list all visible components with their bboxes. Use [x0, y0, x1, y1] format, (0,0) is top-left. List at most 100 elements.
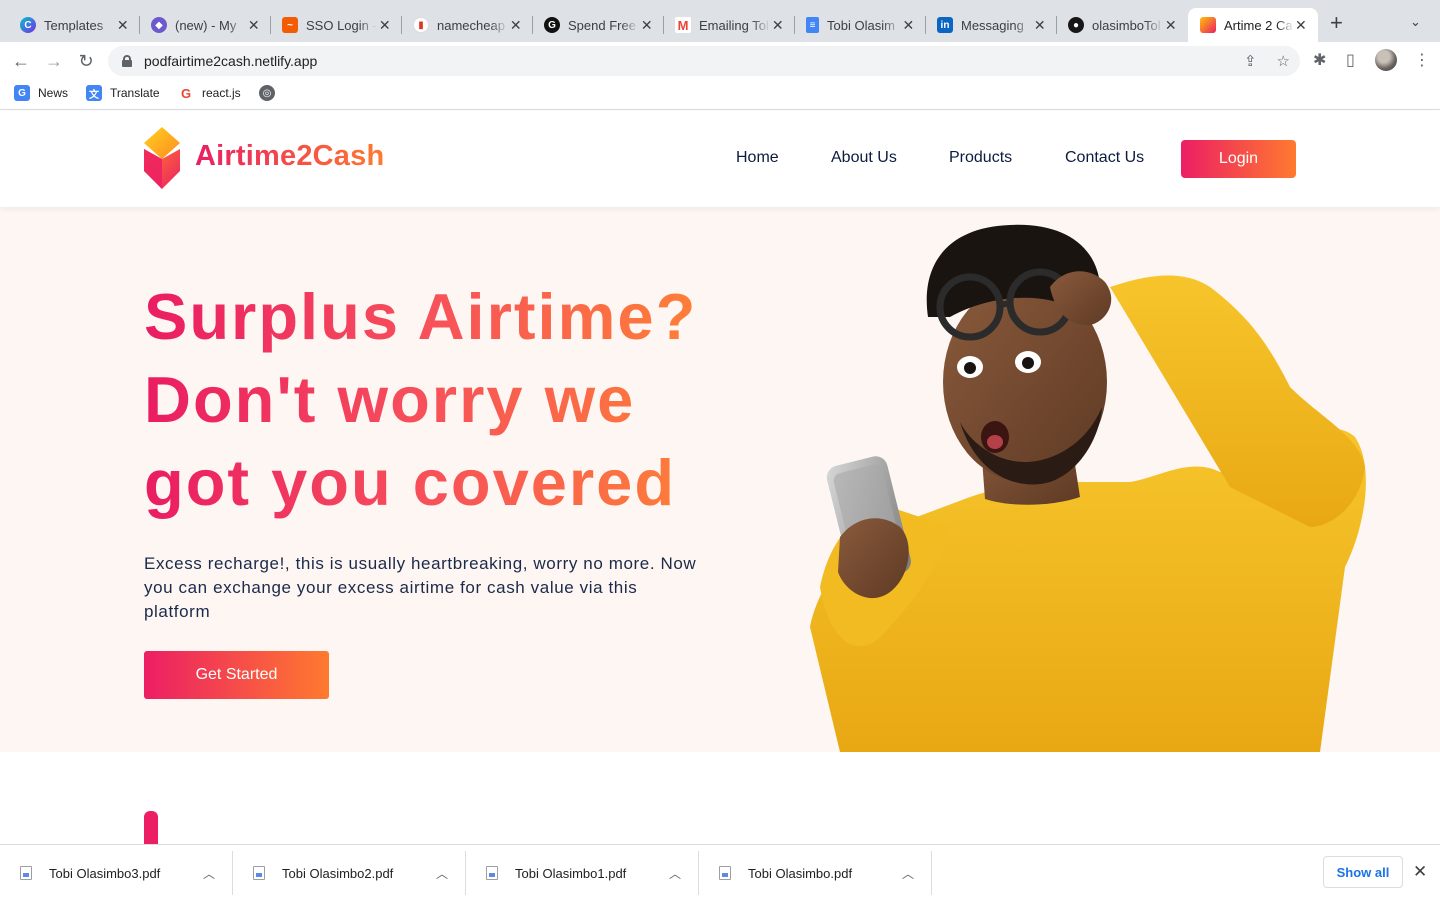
browser-tab[interactable]: ~ SSO Login - ✕	[262, 8, 402, 42]
close-tab-icon[interactable]: ✕	[901, 17, 916, 34]
download-filename: Tobi Olasimbo1.pdf	[515, 865, 627, 881]
tab-title: namecheap	[437, 17, 505, 33]
notion-icon: ◆	[151, 17, 167, 33]
forward-icon[interactable]: →	[43, 50, 65, 72]
airtime2cash-icon	[1200, 17, 1216, 33]
headline-line: Surplus Airtime?	[144, 280, 698, 353]
pdf-file-icon	[20, 866, 32, 880]
address-bar[interactable]: podfairtime2cash.netlify.app ⇪ ☆	[108, 46, 1300, 76]
tab-title: Spend Free	[568, 17, 636, 33]
bookmark-star-icon[interactable]: ☆	[1277, 52, 1290, 70]
nav-about-us[interactable]: About Us	[831, 149, 897, 167]
brand-name[interactable]: Airtime2Cash	[195, 140, 384, 173]
hero-headline: Surplus Airtime? Don't worry we got you …	[144, 275, 764, 524]
gmail-icon: M	[675, 17, 691, 33]
browser-tab[interactable]: ● olasimboTol ✕	[1048, 8, 1188, 42]
close-tab-icon[interactable]: ✕	[1032, 17, 1047, 34]
nav-products[interactable]: Products	[949, 149, 1012, 167]
browser-tab-active[interactable]: Artime 2 Ca ✕	[1188, 8, 1318, 42]
new-tab-icon[interactable]: +	[1330, 12, 1343, 34]
bookmarks-bar: G News 文 Translate G react.js ◎	[0, 78, 1440, 110]
back-icon[interactable]: ←	[10, 50, 32, 72]
url-text[interactable]: podfairtime2cash.netlify.app	[144, 53, 317, 69]
tab-title: Emailing Tol	[699, 17, 769, 33]
browser-tab[interactable]: ▮ namecheap ✕	[393, 8, 533, 42]
browser-tab[interactable]: ◆ (new) - My ✕	[131, 8, 271, 42]
browser-toolbar: ← → ↻ podfairtime2cash.netlify.app ⇪ ☆ ✱…	[0, 42, 1440, 78]
headline-line: got you covered	[144, 446, 677, 519]
browser-tab[interactable]: C Templates ✕	[0, 8, 140, 42]
globe-icon: ◎	[259, 85, 275, 101]
linkedin-icon: in	[937, 17, 953, 33]
sso-icon: ~	[282, 17, 298, 33]
browser-tab-strip: C Templates ✕ ◆ (new) - My ✕ ~ SSO Login…	[0, 0, 1440, 44]
browser-tab[interactable]: M Emailing Tol ✕	[655, 8, 795, 42]
extensions-icon[interactable]: ✱	[1313, 50, 1326, 70]
download-shelf: Tobi Olasimbo3.pdf ︿ Tobi Olasimbo2.pdf …	[0, 844, 1440, 900]
download-item[interactable]: Tobi Olasimbo.pdf ︿	[699, 845, 932, 901]
close-tab-icon[interactable]: ✕	[1163, 17, 1178, 34]
canva-icon: C	[20, 17, 36, 33]
profile-avatar[interactable]	[1375, 49, 1397, 71]
tab-title: Tobi Olasim	[827, 17, 895, 33]
pdf-file-icon	[253, 866, 265, 880]
close-tab-icon[interactable]: ✕	[770, 17, 785, 34]
nav-contact-us[interactable]: Contact Us	[1065, 149, 1144, 167]
close-shelf-icon[interactable]: ✕	[1413, 862, 1427, 882]
lock-icon[interactable]	[122, 55, 132, 67]
tab-search-icon[interactable]: ⌄	[1410, 14, 1421, 30]
bookmark-reactjs[interactable]: G react.js	[178, 85, 241, 101]
tab-title: Templates	[44, 17, 104, 33]
close-tab-icon[interactable]: ✕	[115, 17, 130, 34]
hero-section: Surplus Airtime? Don't worry we got you …	[0, 207, 1440, 752]
bookmark-news[interactable]: G News	[14, 85, 68, 101]
share-icon[interactable]: ⇪	[1244, 52, 1257, 70]
close-tab-icon[interactable]: ✕	[246, 17, 261, 34]
get-started-button[interactable]: Get Started	[144, 651, 329, 699]
tab-title: SSO Login -	[306, 17, 377, 33]
chevron-up-icon[interactable]: ︿	[203, 865, 215, 882]
menu-kebab-icon[interactable]: ⋮	[1414, 50, 1430, 70]
download-item[interactable]: Tobi Olasimbo3.pdf ︿	[0, 845, 233, 901]
chevron-up-icon[interactable]: ︿	[436, 865, 448, 882]
hero-image-man-with-phone	[810, 224, 1366, 752]
close-tab-icon[interactable]: ✕	[377, 17, 392, 34]
namecheap-icon: ▮	[413, 17, 429, 33]
bookmark-globe[interactable]: ◎	[259, 85, 283, 101]
next-section	[0, 752, 1440, 851]
download-divider	[931, 851, 932, 895]
close-tab-icon[interactable]: ✕	[508, 17, 523, 34]
pdf-file-icon	[486, 866, 498, 880]
tab-title: Artime 2 Ca	[1224, 17, 1293, 33]
google-icon: G	[178, 85, 194, 101]
login-button[interactable]: Login	[1181, 140, 1296, 178]
show-all-downloads-button[interactable]: Show all	[1323, 856, 1403, 888]
google-news-icon: G	[14, 85, 30, 101]
chevron-up-icon[interactable]: ︿	[902, 865, 914, 882]
tab-title: olasimboTol	[1092, 17, 1161, 33]
bookmark-label: News	[38, 86, 69, 100]
browser-tab[interactable]: in Messaging ✕	[917, 8, 1057, 42]
nav-home[interactable]: Home	[736, 149, 779, 167]
pdf-file-icon	[719, 866, 731, 880]
close-tab-icon[interactable]: ✕	[1294, 17, 1308, 34]
download-filename: Tobi Olasimbo.pdf	[748, 865, 853, 881]
github-icon: ●	[1068, 17, 1084, 33]
reload-icon[interactable]: ↻	[75, 50, 97, 72]
download-filename: Tobi Olasimbo3.pdf	[49, 865, 161, 881]
download-item[interactable]: Tobi Olasimbo2.pdf ︿	[233, 845, 466, 901]
bookmark-label: react.js	[202, 86, 241, 100]
side-panel-icon[interactable]: ▯	[1346, 50, 1355, 70]
download-item[interactable]: Tobi Olasimbo1.pdf ︿	[466, 845, 699, 901]
bookmark-label: Translate	[110, 86, 160, 100]
hero-subtext: Excess recharge!, this is usually heartb…	[144, 554, 697, 621]
spend-icon: G	[544, 17, 560, 33]
bookmark-translate[interactable]: 文 Translate	[86, 85, 160, 101]
airtime2cash-logo[interactable]	[144, 127, 184, 189]
site-header: Airtime2Cash Home About Us Products Cont…	[0, 111, 1440, 207]
browser-tab[interactable]: ≡ Tobi Olasim ✕	[786, 8, 926, 42]
close-tab-icon[interactable]: ✕	[639, 17, 654, 34]
browser-tab[interactable]: G Spend Free ✕	[524, 8, 664, 42]
chevron-up-icon[interactable]: ︿	[669, 865, 681, 882]
google-translate-icon: 文	[86, 85, 102, 101]
